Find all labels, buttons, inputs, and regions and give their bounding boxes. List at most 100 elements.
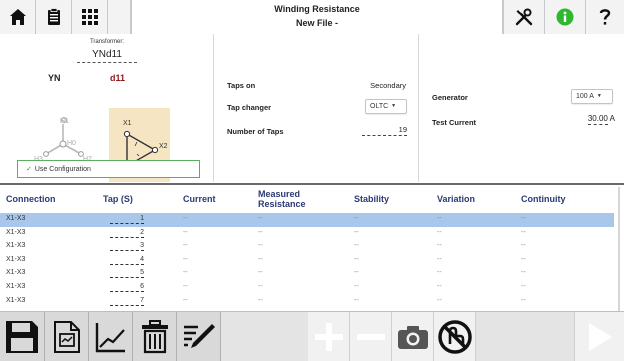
edit-icon (183, 324, 215, 348)
page-title: Winding Resistance (274, 4, 360, 14)
delete-button[interactable] (133, 312, 177, 361)
transformer-type-field[interactable]: YNd11 (77, 49, 137, 63)
info-icon (556, 8, 574, 26)
start-test-button[interactable] (574, 312, 624, 361)
top-bar: Winding Resistance New File - (0, 0, 624, 34)
results-table: Connection Tap (S) Current Measured Resi… (0, 183, 624, 311)
test-current-value: 30.00 (587, 114, 608, 125)
cell-tap[interactable]: 5 (106, 269, 144, 279)
table-row[interactable]: X1-X3 2 -- -- -- -- -- (0, 227, 614, 241)
table-scrollbar[interactable] (616, 187, 622, 311)
table-header: Connection Tap (S) Current Measured Resi… (0, 185, 624, 213)
info-button[interactable] (544, 0, 585, 34)
grid-menu-icon (81, 9, 98, 25)
tap-changer-select[interactable]: OLTC ▼ (365, 99, 407, 114)
column-variation[interactable]: Variation (437, 185, 475, 213)
no-fast-test-button[interactable] (434, 312, 476, 361)
generator-select[interactable]: 100 A ▼ (571, 89, 613, 104)
column-stability[interactable]: Stability (354, 185, 389, 213)
cell-tap[interactable]: 1 (106, 215, 144, 224)
number-of-taps-label: Number of Taps (227, 127, 284, 136)
edit-button[interactable] (177, 312, 221, 361)
taps-on-value[interactable]: Secondary (344, 81, 406, 90)
title-area: Winding Resistance New File - (131, 0, 503, 34)
column-measured-resistance[interactable]: Measured Resistance (258, 185, 306, 213)
chart-icon (95, 323, 125, 353)
cell-connection: X1-X3 (6, 215, 26, 222)
camera-icon (397, 326, 428, 349)
generator-value: 100 A (576, 93, 594, 100)
cell-tap[interactable]: 3 (106, 242, 144, 252)
cell-resistance: -- (258, 296, 263, 304)
cell-connection: X1-X3 (6, 242, 26, 250)
column-measured-line1: Measured (258, 189, 301, 199)
cell-resistance: -- (258, 282, 263, 290)
add-button[interactable] (308, 312, 350, 361)
table-body: X1-X3 1 -- -- -- -- -- X1-X3 2 -- -- -- … (0, 213, 614, 308)
cell-current: -- (183, 296, 188, 304)
table-row[interactable]: X1-X3 6 -- -- -- -- -- (0, 281, 614, 295)
cell-continuity: -- (521, 282, 526, 290)
test-current-field[interactable]: 30.00 A (559, 114, 615, 125)
cell-tap[interactable]: 2 (106, 229, 144, 238)
cell-current: -- (183, 215, 188, 222)
cell-stability: -- (354, 255, 359, 263)
cell-resistance: -- (258, 255, 263, 263)
cell-continuity: -- (521, 255, 526, 263)
cell-stability: -- (354, 242, 359, 250)
cell-stability: -- (354, 296, 359, 304)
cell-connection: X1-X3 (6, 228, 26, 236)
bottom-toolbar (0, 311, 624, 361)
remove-button[interactable] (350, 312, 392, 361)
cell-stability: -- (354, 215, 359, 222)
cell-stability: -- (354, 282, 359, 290)
table-row[interactable]: X1-X3 1 -- -- -- -- -- (0, 213, 614, 227)
cell-tap[interactable]: 4 (106, 256, 144, 265)
test-current-unit: A (609, 114, 615, 123)
home-button[interactable] (0, 0, 36, 34)
use-configuration-button[interactable]: ✓ Use Configuration (17, 160, 200, 178)
help-icon (599, 9, 611, 25)
table-row[interactable]: X1-X3 5 -- -- -- -- -- (0, 267, 614, 281)
cell-resistance: -- (258, 242, 263, 250)
cell-variation: -- (437, 242, 442, 250)
cell-variation: -- (437, 255, 442, 263)
primary-winding-label: YN (48, 73, 61, 83)
column-measured-line2: Resistance (258, 199, 306, 209)
number-of-taps-field[interactable]: 19 (362, 125, 407, 136)
cell-variation: -- (437, 269, 442, 277)
cell-tap-value: 1 (110, 215, 144, 224)
cell-current: -- (183, 269, 188, 277)
delete-icon (141, 320, 168, 354)
generator-panel: Generator 100 A ▼ Test Current 30.00 A (419, 34, 624, 182)
topbar-spacer (108, 0, 131, 34)
column-current[interactable]: Current (183, 185, 216, 213)
chart-button[interactable] (89, 312, 133, 361)
cell-tap[interactable]: 7 (106, 297, 144, 306)
cell-connection: X1-X3 (6, 282, 26, 290)
cell-tap[interactable]: 6 (106, 283, 144, 292)
tools-button[interactable] (503, 0, 544, 34)
no-fast-test-icon (437, 320, 472, 354)
caret-down-icon: ▼ (596, 93, 602, 99)
taps-panel: Taps on Secondary Tap changer OLTC ▼ Numb… (214, 34, 419, 182)
cell-resistance: -- (258, 228, 263, 236)
column-tap[interactable]: Tap (S) (103, 185, 133, 213)
save-button[interactable] (0, 312, 45, 361)
cell-tap-value: 5 (110, 269, 144, 279)
help-button[interactable] (585, 0, 624, 34)
column-connection[interactable]: Connection (6, 185, 56, 213)
table-row[interactable]: X1-X3 7 -- -- -- -- -- (0, 295, 614, 309)
report-button[interactable] (45, 312, 89, 361)
table-row[interactable]: X1-X3 3 -- -- -- -- -- (0, 240, 614, 254)
h0-label: H0 (67, 140, 76, 147)
table-row[interactable]: X1-X3 4 -- -- -- -- -- (0, 254, 614, 268)
cell-variation: -- (437, 228, 442, 236)
x2-label: X2 (159, 143, 168, 150)
clipboard-button[interactable] (36, 0, 72, 34)
camera-button[interactable] (392, 312, 434, 361)
menu-grid-button[interactable] (72, 0, 108, 34)
cell-current: -- (183, 282, 188, 290)
cell-tap-value: 6 (110, 283, 144, 292)
column-continuity[interactable]: Continuity (521, 185, 566, 213)
